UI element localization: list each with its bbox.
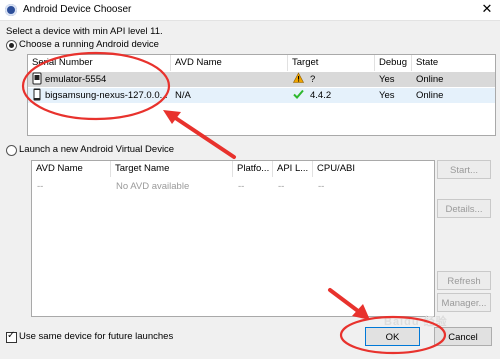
col-avd-name[interactable]: AVD Name: [171, 55, 288, 71]
check-icon: [293, 88, 305, 103]
api-cell: --: [278, 181, 285, 192]
prompt-text: Select a device with min API level 11.: [6, 26, 163, 37]
ok-button[interactable]: OK: [365, 327, 420, 346]
launch-avd-radio[interactable]: [6, 145, 17, 156]
col-target[interactable]: Target: [288, 55, 375, 71]
col-api-level[interactable]: API L...: [273, 161, 313, 177]
running-device-radio[interactable]: [6, 40, 17, 51]
title-bar: Android Device Chooser ✕: [0, 0, 500, 21]
col-avd-name[interactable]: AVD Name: [32, 161, 111, 177]
col-debug[interactable]: Debug: [375, 55, 412, 71]
running-device-label: Choose a running Android device: [19, 39, 159, 50]
col-state[interactable]: State: [412, 55, 495, 71]
col-cpu-abi[interactable]: CPU/ABI: [313, 161, 434, 177]
same-device-label: Use same device for future launches: [19, 331, 174, 342]
details-button[interactable]: Details...: [437, 199, 491, 218]
launch-avd-label: Launch a new Android Virtual Device: [19, 144, 175, 155]
avd-cell: N/A: [175, 90, 191, 101]
platform-cell: --: [238, 181, 245, 192]
close-icon[interactable]: ✕: [480, 2, 494, 16]
device-icon: [32, 72, 44, 87]
table-row[interactable]: bigsamsung-nexus-127.0.0... N/A 4.4.2 Ye…: [28, 88, 495, 103]
avd-cell: --: [37, 181, 44, 192]
manager-button[interactable]: Manager...: [437, 293, 491, 312]
app-icon: [5, 4, 17, 16]
col-serial-number[interactable]: Serial Number: [28, 55, 171, 71]
state-cell: Online: [416, 74, 444, 85]
serial-cell: bigsamsung-nexus-127.0.0...: [45, 90, 168, 101]
start-button[interactable]: Start...: [437, 160, 491, 179]
debug-cell: Yes: [379, 74, 395, 85]
avd-cell: [175, 72, 285, 87]
warning-icon: [293, 72, 305, 87]
target-cell: 4.4.2: [310, 90, 332, 101]
col-target-name[interactable]: Target Name: [111, 161, 233, 177]
watermark: Baidu 经验: [384, 316, 448, 328]
col-platform[interactable]: Platfo...: [233, 161, 273, 177]
table-row[interactable]: emulator-5554 ? Yes Online: [28, 72, 495, 87]
state-cell: Online: [416, 90, 444, 101]
cpu-cell: --: [318, 181, 325, 192]
avd-table: AVD Name Target Name Platfo... API L... …: [31, 160, 435, 317]
target-cell: ?: [310, 74, 316, 85]
running-devices-table: Serial Number AVD Name Target Debug Stat…: [27, 54, 496, 136]
phone-icon: [33, 88, 45, 103]
cancel-button[interactable]: Cancel: [434, 327, 492, 346]
serial-cell: emulator-5554: [45, 74, 107, 85]
table-row: -- No AVD available -- -- --: [32, 179, 434, 194]
same-device-checkbox[interactable]: [6, 330, 17, 343]
target-name-cell: No AVD available: [116, 181, 190, 192]
debug-cell: Yes: [379, 90, 395, 101]
refresh-button[interactable]: Refresh: [437, 271, 491, 290]
window-title: Android Device Chooser: [23, 4, 132, 15]
